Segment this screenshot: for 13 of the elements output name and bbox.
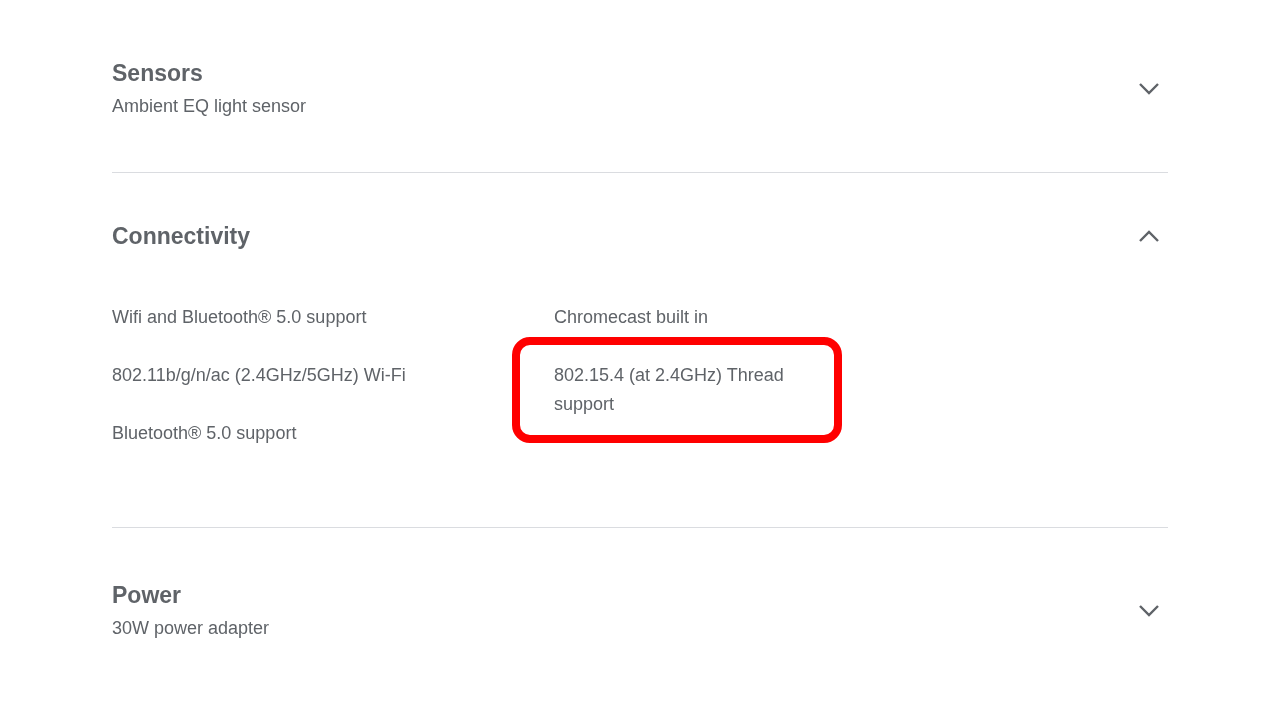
section-title: Connectivity: [112, 222, 251, 251]
chevron-down-icon[interactable]: [1138, 604, 1160, 618]
spec-text: Wifi and Bluetooth® 5.0 support: [112, 306, 367, 329]
chevron-up-icon[interactable]: [1138, 229, 1160, 243]
section-title: Power: [112, 581, 183, 610]
highlighted-spec: 802.15.4 (at 2.4GHz) Thread support: [512, 337, 842, 443]
section-title: Sensors: [112, 59, 204, 88]
section-subtitle: Ambient EQ light sensor: [112, 95, 307, 118]
spec-text: Chromecast built in: [554, 306, 709, 329]
section-subtitle: 30W power adapter: [112, 617, 270, 640]
spec-text: 802.11b/g/n/ac (2.4GHz/5GHz) Wi-Fi: [112, 364, 406, 387]
spec-text: Bluetooth® 5.0 support: [112, 422, 297, 445]
chevron-down-icon[interactable]: [1138, 82, 1160, 96]
